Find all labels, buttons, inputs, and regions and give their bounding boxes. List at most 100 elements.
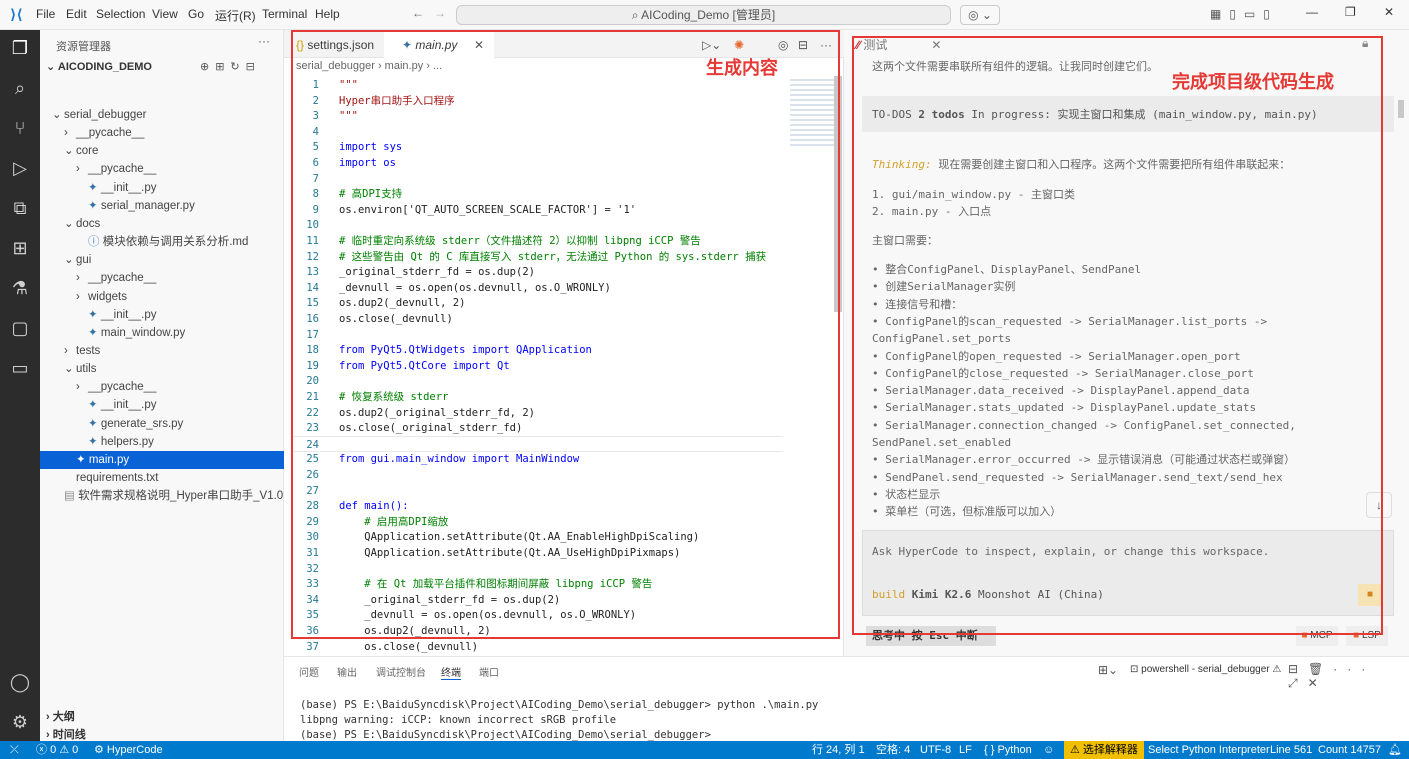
tree-item[interactable]: ✦ __init__.py [40,306,284,324]
notification-bell-icon[interactable]: 🔔︎ [1388,741,1402,759]
minimize-icon[interactable]: — [1306,5,1318,19]
language-mode[interactable]: { } Python [984,741,1032,759]
menu-file[interactable]: File [36,7,55,21]
breadcrumb[interactable]: serial_debugger › main.py › ... [296,60,442,72]
tree-item[interactable]: ✦ serial_manager.py [40,197,284,215]
panel-tab-terminal[interactable]: 终端 [441,664,461,680]
code-line: 13 _original_stderr_fd = os.dup(2) [293,264,783,280]
close-icon[interactable]: ✕ [1384,5,1394,19]
extensions-icon[interactable]: ⊞ [8,236,32,260]
back-arrow-icon[interactable]: ← [412,6,424,20]
cursor-position[interactable]: 行 24, 列 1 [812,741,865,759]
tree-item[interactable]: ⌄ gui [40,251,284,269]
panel-tab-debug[interactable]: 调试控制台 [376,664,426,679]
code-line: 3 """ [293,108,783,124]
menu-run[interactable]: 运行(R) [215,7,256,24]
remote-icon[interactable]: ⧉ [8,196,32,220]
tab-settings-json[interactable]: {} settings.json [296,34,374,56]
outline-section[interactable]: › 大纲 [46,708,75,724]
more-actions-icon[interactable]: ··· [258,34,270,48]
interpreter-warning[interactable]: ⚠ 选择解释器 [1064,741,1144,759]
line-ending[interactable]: LF [959,741,972,759]
tree-item[interactable]: › __pycache__ [40,124,284,142]
menu-help[interactable]: Help [315,7,340,21]
tree-item[interactable]: ⌄ serial_debugger [40,106,284,124]
python-interpreter[interactable]: Select Python Interpreter [1148,741,1270,759]
new-terminal-icon[interactable]: ⊞⌄ [1098,663,1118,677]
tree-item[interactable]: ✦ main.py [40,450,284,469]
code-line: 33 # 在 Qt 加载平台插件和图标期间屏蔽 libpng iCCP 警告 [293,576,783,592]
menu-edit[interactable]: Edit [66,7,87,21]
indentation[interactable]: 空格: 4 [876,741,910,759]
terminal-selector[interactable]: ⊡ powershell - serial_debugger ⚠ [1130,664,1281,675]
remote-indicator-icon[interactable]: ⤫ [10,741,19,759]
tree-item[interactable]: ✦ __init__.py [40,396,284,414]
search-icon[interactable]: ⌕ [8,76,32,100]
tree-item[interactable]: › widgets [40,288,284,306]
testing-icon[interactable]: ⚗ [8,276,32,300]
minimap[interactable] [790,76,834,148]
editor-more-icon[interactable]: ··· [820,34,832,56]
menu-selection[interactable]: Selection [96,7,145,21]
tree-item[interactable]: ⌄ core [40,142,284,160]
lock-icon[interactable]: 🔒︎ [1362,36,1368,51]
menu-go[interactable]: Go [188,7,204,21]
explorer-actions-icon[interactable]: ⊕⊞↻⊟ [200,60,261,73]
menu-terminal[interactable]: Terminal [262,7,307,21]
layout-icons[interactable]: ▦▯▭▯ [1210,7,1278,21]
tree-item[interactable]: ✦ __init__.py [40,179,284,197]
run-python-icon[interactable]: ▷⌄ [702,34,721,56]
python-file-icon: ✦ [88,181,101,194]
run-debug-icon[interactable]: ▷ [8,156,32,180]
workspace-root[interactable]: ⌄ AICODING_DEMO [46,60,152,73]
restore-icon[interactable]: ❐ [1345,5,1356,19]
source-control-icon[interactable]: ⑂ [8,116,32,140]
tree-item[interactable]: ✦ main_window.py [40,324,284,342]
tree-item[interactable]: › tests [40,342,284,360]
code-line: 20 [293,373,783,389]
command-center-search[interactable]: ⌕ AICoding_Demo [管理员] [456,5,951,25]
settings-gear-icon[interactable]: ⚙ [8,710,32,734]
copilot-edit-icon[interactable]: ◎ [778,34,788,56]
hypercode-status[interactable]: ⚙ HyperCode [94,741,163,759]
lsp-badge[interactable]: ■ LSP [1346,626,1388,646]
tree-item[interactable]: › __pycache__ [40,160,284,178]
chat-scrollbar[interactable] [1398,100,1404,118]
panel-tab-output[interactable]: 输出 [337,664,357,679]
tab-close-icon[interactable]: ✕ [474,34,484,56]
chat-input[interactable]: Ask HyperCode to inspect, explain, or ch… [872,543,1269,560]
encoding[interactable]: UTF-8 [920,741,951,759]
tree-item[interactable]: › __pycache__ [40,378,284,396]
tree-item[interactable]: ⌄ utils [40,360,284,378]
tree-item[interactable]: requirements.txt [40,469,284,487]
tree-item[interactable]: ▤ 软件需求规格说明_Hyper串口助手_V1.0.docx [40,487,311,505]
panel-tab-ports[interactable]: 端口 [479,664,499,679]
account-icon[interactable]: ◯ [8,670,32,694]
panel-actions-icon[interactable]: ⊟🗑︎··· ⤢✕ [1288,662,1409,691]
panel-tab-problems[interactable]: 问题 [299,664,319,679]
chat-tab[interactable]: ∕∕ 测试 ✕ [856,36,941,53]
spark-icon[interactable]: ✺ [734,34,744,56]
tree-item[interactable]: ⌄ docs [40,215,284,233]
tree-item[interactable]: › __pycache__ [40,269,284,287]
tree-item[interactable]: ✦ generate_srs.py [40,415,284,433]
tree-item[interactable]: ✦ helpers.py [40,433,284,451]
forward-arrow-icon[interactable]: → [434,6,446,20]
tree-item[interactable]: ⓘ 模块依赖与调用关系分析.md [40,233,284,251]
chat-tab-close-icon[interactable]: ✕ [931,38,941,52]
panel-icon[interactable]: ▭ [8,356,32,380]
chat-icon[interactable]: ▢ [8,316,32,340]
mcp-badge[interactable]: ■ MCP [1296,626,1338,646]
stop-button[interactable]: ■ [1358,584,1382,606]
problems-indicator[interactable]: ⓧ 0 ⚠ 0 [36,741,78,759]
copilot-status-icon[interactable]: ☺ [1043,741,1054,759]
editor-scrollbar[interactable] [834,76,842,312]
scroll-down-icon[interactable]: ↓ [1366,492,1392,518]
timeline-section[interactable]: › 时间线 [46,726,86,742]
explorer-icon[interactable]: ❐ [8,36,32,60]
copilot-icon[interactable]: ◎ ⌄ [960,5,1000,25]
menu-view[interactable]: View [152,7,178,21]
split-editor-icon[interactable]: ⊟ [798,34,808,56]
model-selector[interactable]: build Kimi K2.6 Moonshot AI (China) [872,586,1104,603]
tab-main-py[interactable]: ✦ main.py [402,34,457,56]
